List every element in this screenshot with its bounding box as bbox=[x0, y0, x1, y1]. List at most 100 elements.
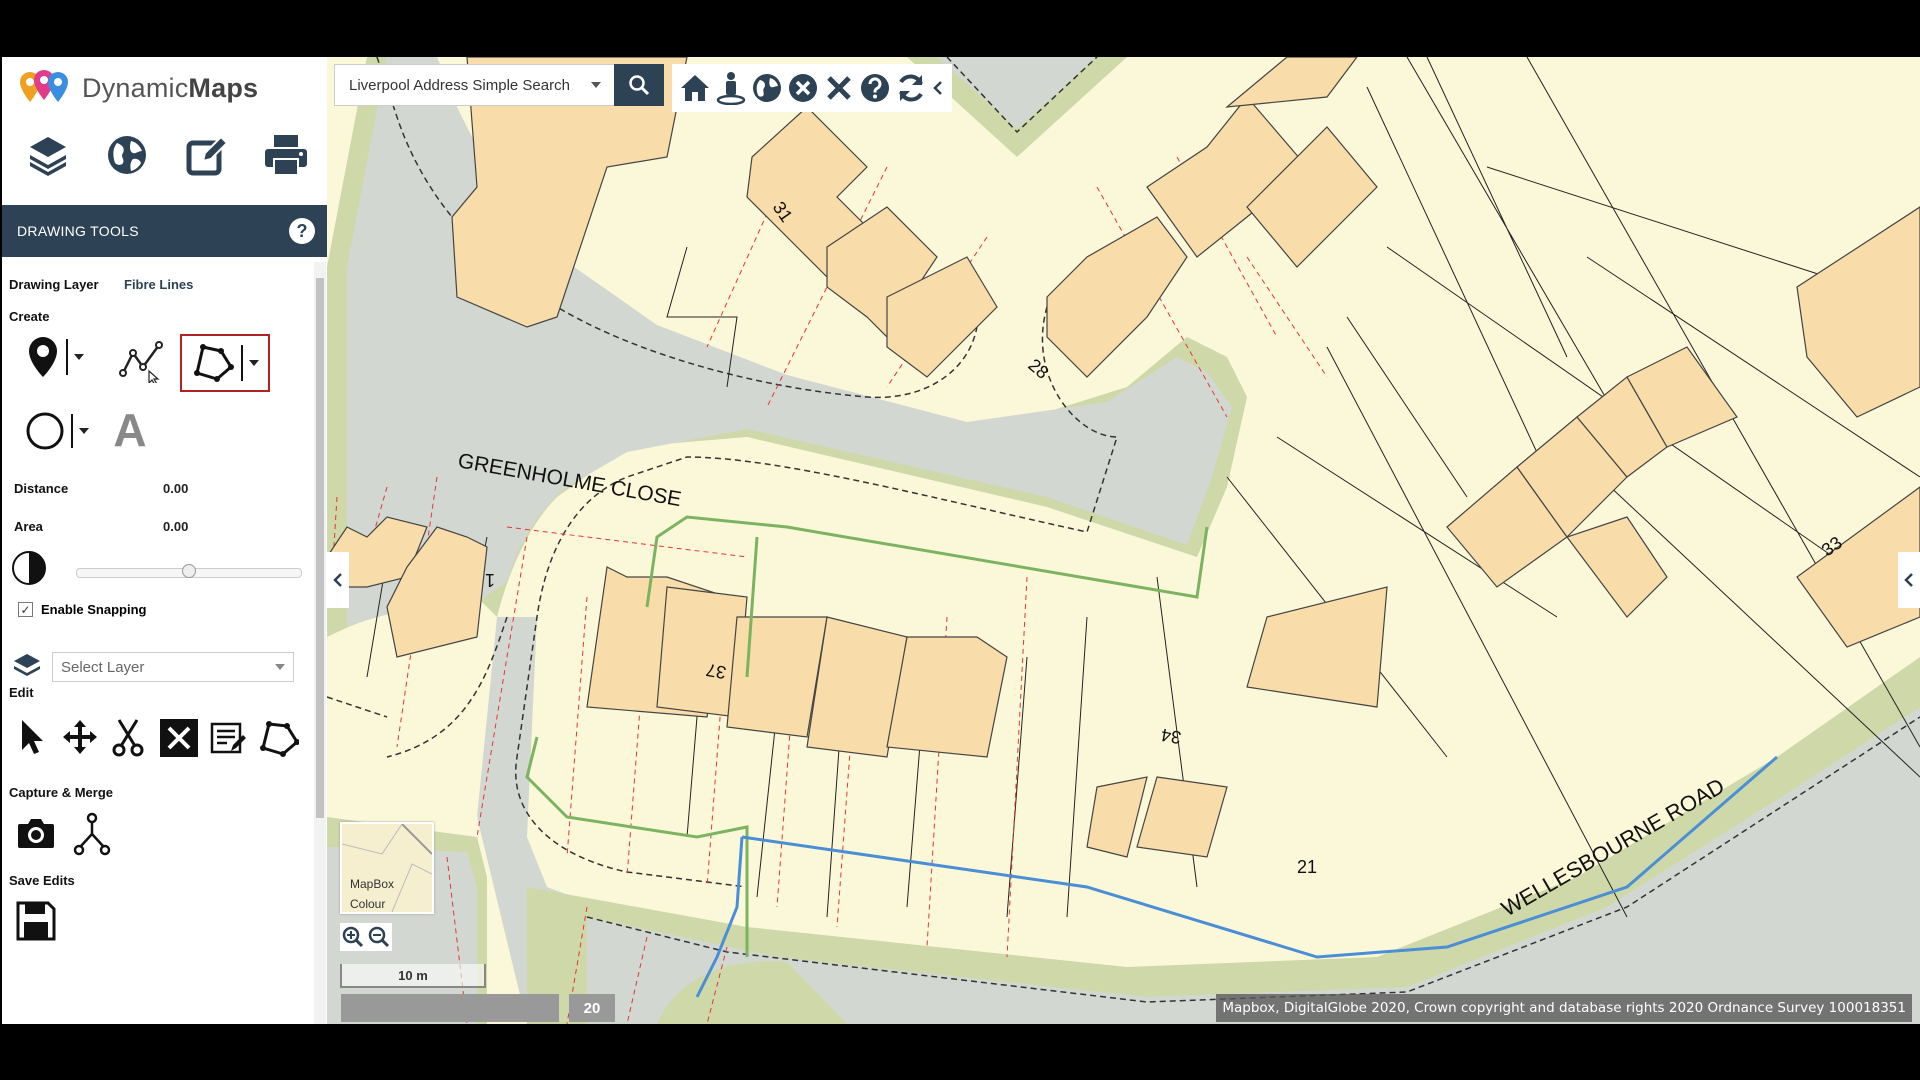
basemap-switcher[interactable]: MapBox Colour bbox=[340, 822, 434, 914]
snapping-checkbox[interactable]: ✓ bbox=[18, 602, 33, 617]
help-icon[interactable]: ? bbox=[289, 218, 315, 244]
collapse-sidebar-button[interactable] bbox=[327, 552, 349, 608]
floppy-disk-icon bbox=[16, 901, 56, 941]
close-circle-icon bbox=[789, 74, 817, 102]
edit-label: Edit bbox=[9, 685, 34, 700]
search-select-value: Liverpool Address Simple Search bbox=[349, 76, 570, 94]
refresh-button[interactable] bbox=[894, 68, 928, 108]
print-icon[interactable] bbox=[260, 129, 312, 181]
distance-label: Distance bbox=[14, 481, 69, 496]
zoom-out-icon[interactable] bbox=[368, 926, 390, 948]
drawing-tools-header: DRAWING TOOLS ? bbox=[2, 205, 327, 257]
chevron-down-icon[interactable] bbox=[79, 428, 89, 434]
edit-list-icon bbox=[210, 722, 246, 754]
scale-bar: 10 m bbox=[340, 964, 486, 988]
capture-tool-button[interactable] bbox=[16, 813, 56, 853]
question-circle-icon bbox=[861, 74, 889, 102]
chevron-down-icon[interactable] bbox=[74, 354, 84, 360]
map-canvas[interactable]: GREENHOLME CLOSE WELLESBOURNE ROAD 31 28… bbox=[327, 57, 1920, 1024]
clear-all-button[interactable] bbox=[822, 68, 856, 108]
chevron-down-icon[interactable] bbox=[249, 360, 259, 366]
drawing-layer-value[interactable]: Fibre Lines bbox=[124, 277, 193, 292]
chevron-down-icon bbox=[275, 664, 285, 670]
pointer-icon bbox=[22, 720, 43, 754]
home-icon bbox=[681, 75, 709, 101]
polygon-tool-button[interactable] bbox=[180, 334, 270, 392]
merge-tool-button[interactable] bbox=[72, 811, 112, 857]
circle-icon bbox=[26, 412, 64, 450]
polygon-icon bbox=[194, 344, 234, 382]
chevron-left-icon bbox=[1904, 573, 1913, 587]
snapping-toggle[interactable]: ✓ Enable Snapping bbox=[18, 602, 146, 617]
logo-wordmark: DynamicMaps bbox=[82, 73, 258, 104]
street-view-icon bbox=[716, 72, 746, 105]
basemap-name-line2: Colour bbox=[350, 897, 386, 911]
capture-merge-label: Capture & Merge bbox=[9, 785, 114, 800]
logo-text-light: Dynamic bbox=[82, 72, 189, 103]
area-label: Area bbox=[14, 519, 43, 534]
text-tool-button[interactable]: A bbox=[106, 404, 154, 456]
house-number-28: 28 bbox=[1024, 355, 1052, 383]
distance-value: 0.00 bbox=[163, 481, 189, 496]
select-tool-button[interactable] bbox=[14, 715, 50, 759]
move-tool-button[interactable] bbox=[60, 717, 100, 757]
scissors-icon bbox=[112, 719, 144, 757]
refresh-icon bbox=[899, 74, 923, 102]
map-view[interactable]: GREENHOLME CLOSE WELLESBOURNE ROAD 31 28… bbox=[327, 57, 1920, 1024]
polygon-edit-icon bbox=[260, 721, 299, 757]
circle-tool-button[interactable] bbox=[22, 409, 92, 453]
save-edits-label: Save Edits bbox=[9, 873, 75, 888]
move-arrows-icon bbox=[63, 720, 97, 754]
logo: DynamicMaps bbox=[16, 67, 258, 109]
zoom-in-icon[interactable] bbox=[342, 926, 364, 948]
zoom-level: 20 bbox=[569, 994, 615, 1022]
tool-divider bbox=[71, 414, 73, 448]
house-number-37: 37 bbox=[704, 660, 727, 683]
create-label: Create bbox=[9, 309, 50, 324]
street-view-button[interactable] bbox=[714, 68, 748, 108]
help-button[interactable] bbox=[858, 68, 892, 108]
cut-tool-button[interactable] bbox=[108, 717, 148, 759]
home-button[interactable] bbox=[678, 68, 712, 108]
tool-divider bbox=[241, 345, 243, 381]
chevron-left-icon bbox=[933, 81, 942, 95]
opacity-icon bbox=[10, 549, 48, 587]
clear-selection-button[interactable] bbox=[786, 68, 820, 108]
polyline-icon bbox=[119, 341, 163, 383]
search-icon bbox=[629, 75, 650, 96]
search-select[interactable]: Liverpool Address Simple Search bbox=[334, 64, 616, 106]
sidebar: DynamicMaps DRAWING TOOLS ? Drawing Laye… bbox=[2, 57, 327, 1024]
collapse-toolbar-button[interactable] bbox=[930, 68, 946, 108]
merge-icon bbox=[73, 812, 111, 856]
app-window: DynamicMaps DRAWING TOOLS ? Drawing Laye… bbox=[2, 57, 1920, 1024]
sidebar-top-toolbar bbox=[22, 129, 312, 189]
house-number-1: 1 bbox=[485, 570, 495, 590]
map-attribution: Mapbox, DigitalGlobe 2020, Crown copyrig… bbox=[1216, 994, 1912, 1022]
scrollbar-thumb[interactable] bbox=[316, 278, 324, 818]
house-number-21: 21 bbox=[1297, 857, 1317, 877]
map-toolbar bbox=[672, 64, 952, 112]
sidebar-scrollbar[interactable] bbox=[314, 262, 326, 1024]
delete-tool-button[interactable] bbox=[160, 719, 198, 757]
layer-select[interactable]: Select Layer bbox=[52, 652, 294, 682]
layer-select-value: Select Layer bbox=[61, 658, 145, 676]
edit-icon[interactable] bbox=[181, 129, 233, 181]
layers-icon[interactable] bbox=[22, 129, 74, 181]
globe-icon[interactable] bbox=[101, 129, 153, 181]
reshape-tool-button[interactable] bbox=[258, 717, 300, 759]
search-button[interactable] bbox=[614, 64, 664, 106]
close-icon bbox=[827, 76, 851, 100]
chevron-left-icon bbox=[333, 573, 342, 587]
line-tool-button[interactable] bbox=[117, 335, 167, 385]
save-button[interactable] bbox=[14, 899, 58, 943]
opacity-slider-handle[interactable] bbox=[182, 564, 196, 578]
point-tool-button[interactable] bbox=[20, 332, 90, 382]
close-icon bbox=[167, 726, 191, 750]
chevron-down-icon bbox=[591, 82, 601, 88]
basemap-name-line1: MapBox bbox=[350, 877, 395, 891]
attributes-tool-button[interactable] bbox=[208, 717, 248, 759]
camera-icon bbox=[18, 819, 54, 848]
expand-right-panel-button[interactable] bbox=[1898, 552, 1920, 608]
zoom-controls bbox=[340, 923, 392, 951]
full-extent-button[interactable] bbox=[750, 68, 784, 108]
